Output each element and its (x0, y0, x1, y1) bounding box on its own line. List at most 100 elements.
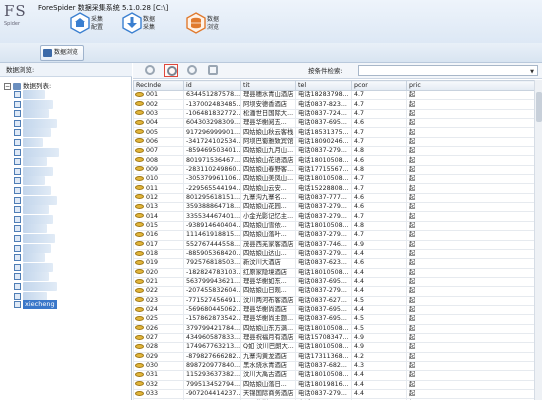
record-icon (135, 259, 144, 265)
table-cell: 四姑娘山秋云客栈 (240, 127, 296, 138)
column-header[interactable]: pcor (351, 80, 407, 91)
table-row[interactable]: 033 -907204414237... 天锦国际商务酒店 电话0837-279...… (133, 388, 542, 400)
tree-item[interactable] (14, 166, 74, 176)
table-row[interactable]: 023 -771527456491... 汶川两河布客酒店 电话0837-627...… (133, 295, 542, 306)
nav-collect-button[interactable]: 数据 采集 (122, 11, 168, 39)
tree-item[interactable] (14, 282, 74, 291)
table-row[interactable]: 005 917296999901... 四姑娘山秋云客栈 电话18531375... 4… (133, 127, 542, 138)
table-row[interactable]: 007 -859469503401... 四姑娘山九月山... 电话0837-279.… (133, 146, 542, 157)
tree-item[interactable] (14, 157, 74, 167)
table-cell: 012 (133, 192, 184, 204)
column-header[interactable]: tel (295, 80, 352, 91)
table-row[interactable]: 014 335534467401... 小金光影记忆主... 电话0837-279..… (133, 211, 542, 222)
record-icon (135, 175, 144, 181)
cell-text: 007 (146, 147, 159, 155)
table-cell: 天锦国际商务酒店 (240, 388, 296, 400)
tree-item[interactable] (14, 195, 74, 205)
table-row[interactable]: 021 563799943621... 理县华榭如东... 电话0837-695...… (133, 276, 542, 288)
column-header[interactable]: RecInde (133, 80, 184, 91)
cell-text: 023 (146, 296, 159, 304)
table-cell: 4.9 (351, 332, 407, 344)
tree-item[interactable] (14, 186, 74, 195)
toolbar-button-4[interactable] (206, 64, 220, 77)
tree-item[interactable] (14, 118, 74, 128)
table-row[interactable]: 020 -182824783103... 红原家隐境酒店 电话18010508... 4… (133, 267, 542, 278)
tree-item[interactable] (14, 147, 74, 157)
table-icon (14, 301, 21, 308)
column-header[interactable]: tit (240, 80, 296, 91)
table-cell: 4.5 (351, 323, 407, 334)
tree-item[interactable] (14, 176, 74, 186)
record-icon (135, 203, 144, 209)
record-icon (135, 101, 144, 107)
table-cell: 起 (406, 164, 542, 176)
table-row[interactable]: 025 -157862873542... 理县华榭尚主题... 电话0837-695.… (133, 314, 542, 325)
table-cell: 起 (406, 314, 542, 325)
table-icon (14, 254, 21, 262)
vertical-scrollbar[interactable] (534, 80, 542, 400)
tree-item[interactable] (14, 243, 74, 253)
scrollbar-thumb[interactable] (536, 92, 542, 122)
table-row[interactable]: 002 -137002483485... 阿坝安德香酒店 电话0837-823... 4… (133, 99, 542, 110)
tree-item[interactable] (14, 262, 74, 272)
toolbar-button-3[interactable] (185, 64, 199, 77)
table-row[interactable]: 004 604303298309... 理县华榭阅五... 电话0837-695...… (133, 118, 542, 129)
table-row[interactable]: 018 -885905368420... 四姑娘山达山... 电话0837-279..… (133, 248, 542, 260)
table-row[interactable]: 026 379799421784... 四姑娘山东方满... 电话18010508..… (133, 323, 542, 334)
tree-item-label-obscured (23, 186, 51, 195)
table-row[interactable]: 010 -305379961106... 四姑娘山美凤山... 电话18010508.… (133, 174, 542, 185)
table-cell: 4.7 (351, 183, 407, 194)
table-row[interactable]: 015 -938914640404... 四姑娘山雪依... 电话18010508..… (133, 220, 542, 232)
table-row[interactable]: 024 -569680445062... 理县华榭尚酒店 电话0837-695... 4… (133, 304, 542, 316)
tree-item[interactable] (14, 224, 74, 234)
collapse-icon[interactable]: − (4, 82, 11, 90)
table-row[interactable]: 029 -879827666282... 九寨沟黄龙酒店 电话17311368... 4… (133, 351, 542, 362)
table-cell: 起 (406, 258, 542, 269)
table-row[interactable]: 030 898720977840... 黑水烧水青酒店 电话0837-682... 4.… (133, 360, 542, 372)
table-cell: 理县华榭尚主题... (240, 314, 296, 325)
toolbar-button-2-highlighted[interactable] (164, 64, 178, 77)
table-row[interactable]: 008 801971536467... 四姑娘山花语酒店 电话18010508... 4… (133, 155, 542, 166)
data-browse-button[interactable]: 数据浏览 (40, 45, 84, 61)
table-row[interactable]: 022 -207455832604... 四姑娘山日观... 电话0837-279..… (133, 286, 542, 297)
table-row[interactable]: 031 115293637382... 汶川大禹古酒店 电话18010508... 4.… (133, 370, 542, 381)
table-row[interactable]: 019 792576818503... 新汶川大酒店 电话0837-623... 4.6… (133, 258, 542, 269)
nav-browse-button[interactable]: 数据 浏览 (186, 11, 232, 39)
tree-item[interactable] (14, 205, 74, 215)
table-cell: 4.8 (351, 164, 407, 176)
table-cell: 电话0837-279... (295, 202, 352, 213)
nav-config-button[interactable]: 采集 配置 (70, 11, 116, 39)
search-condition-select[interactable]: ▼ (358, 65, 538, 76)
tree-item[interactable] (14, 109, 74, 119)
tree-item[interactable] (14, 138, 74, 147)
table-row[interactable]: 016 111461918815... 四姑娘山落叶... 电话0837-279...… (133, 230, 542, 241)
table-row[interactable]: 027 434960587833... 理县祝福月有酒店 电话15708347... 4… (133, 332, 542, 344)
table-row[interactable]: 006 -341724102534... 阿坝巴蜀雅致宾馆 电话18090246...… (133, 136, 542, 148)
table-row[interactable]: 009 -283110249860... 四姑娘山春野客... 电话17715567.… (133, 164, 542, 176)
tree-item[interactable] (14, 90, 74, 99)
table-row[interactable]: 003 -106481832772... 松潘世日国际大... 电话0837-724.… (133, 108, 542, 120)
column-header[interactable]: pric (406, 80, 542, 91)
table-row[interactable]: 013 359388864718... 四姑娘山花园... 电话0837-279...… (133, 202, 542, 213)
table-cell: -207455832604... (183, 286, 241, 297)
tree-item[interactable] (14, 128, 74, 138)
tree-item[interactable] (14, 253, 74, 263)
tree-item[interactable] (14, 214, 74, 224)
tree-item[interactable] (14, 234, 74, 243)
table-row[interactable]: 012 801295618151... 九寨沟九寨名... 电话0837-777...… (133, 192, 542, 204)
table-row[interactable]: 011 -229565544194... 四姑娘山云安... 电话15228808..… (133, 183, 542, 194)
table-cell: 起 (406, 304, 542, 316)
table-row[interactable]: 032 799513452794... 四姑娘山落日... 电话18019816...… (133, 379, 542, 391)
table-row[interactable]: 017 552767444558... 茂县西羌家客酒店 电话0837-746... 4… (133, 239, 542, 250)
table-row[interactable]: 001 634451287578... 理县穗水青山酒店 电话18283798... 4… (133, 89, 542, 101)
tree-item[interactable] (14, 272, 74, 282)
table-cell: -137002483485... (183, 99, 241, 110)
toolbar-button-1[interactable] (143, 64, 157, 77)
column-header[interactable]: id (183, 80, 241, 91)
chevron-down-icon[interactable]: ▼ (530, 69, 534, 75)
cell-text: 012 (146, 193, 159, 201)
table-cell: 020 (133, 267, 184, 278)
tree-root[interactable]: − 数据列表: (4, 80, 51, 90)
table-row[interactable]: 028 174967763213... Q如 汶川巴朗大... 电话18010508.… (133, 342, 542, 353)
tree-item[interactable] (14, 99, 74, 109)
